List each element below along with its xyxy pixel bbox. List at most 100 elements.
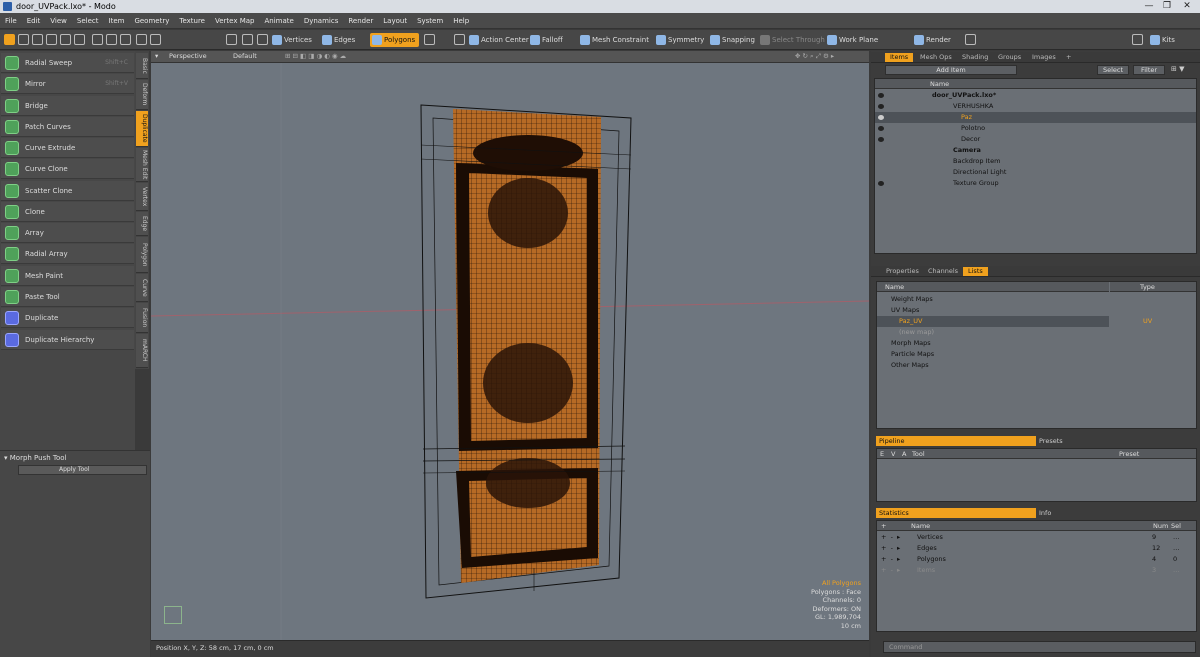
list-item[interactable]: Texture Group: [875, 178, 1196, 189]
eye-icon[interactable]: [878, 93, 884, 98]
eye-icon[interactable]: [878, 126, 884, 131]
work-plane-button[interactable]: Work Plane: [825, 33, 882, 47]
tab-duplicate[interactable]: Duplicate: [136, 111, 148, 147]
tool-curve-extrude[interactable]: Curve Extrude: [1, 138, 134, 158]
menu-geometry[interactable]: Geometry: [129, 17, 174, 25]
tab-polygon[interactable]: Polygon: [136, 237, 148, 273]
tab-items[interactable]: Items: [885, 53, 914, 62]
tab-mesh-ops[interactable]: Mesh Ops: [915, 53, 957, 62]
close-button[interactable]: ✕: [1180, 1, 1194, 12]
filter-icon[interactable]: ⊞ ▼: [1171, 65, 1195, 75]
menu-dynamics[interactable]: Dynamics: [299, 17, 344, 25]
tool-curve-clone[interactable]: Curve Clone: [1, 159, 134, 179]
menu-animate[interactable]: Animate: [259, 17, 298, 25]
scale-icon[interactable]: [32, 34, 43, 45]
list-item[interactable]: Directional Light: [875, 167, 1196, 178]
tool-paste-tool[interactable]: Paste Tool: [1, 287, 134, 307]
list-item[interactable]: door_UVPack.lxo*: [875, 90, 1196, 101]
tab-images[interactable]: Images: [1027, 53, 1061, 62]
materials-mode-icon[interactable]: [242, 34, 253, 45]
menu-select[interactable]: Select: [72, 17, 104, 25]
symmetry-button[interactable]: Symmetry: [654, 33, 708, 47]
tab-properties[interactable]: Properties: [881, 267, 924, 276]
render-window-icon[interactable]: [965, 34, 976, 45]
tab-lists[interactable]: Lists: [963, 267, 988, 276]
list-item[interactable]: UV Maps: [877, 305, 1196, 316]
tool-clone[interactable]: Clone: [1, 202, 134, 222]
layout-icon[interactable]: [150, 34, 161, 45]
mesh-constraint-button[interactable]: Mesh Constraint: [578, 33, 653, 47]
minimize-button[interactable]: —: [1142, 1, 1156, 12]
menu-edit[interactable]: Edit: [22, 17, 46, 25]
add-tab-icon[interactable]: +: [1061, 53, 1076, 62]
tab-shading[interactable]: Shading: [957, 53, 993, 62]
eye-icon[interactable]: [878, 181, 884, 186]
maximize-button[interactable]: ❐: [1160, 1, 1174, 12]
viewport-menu-icon[interactable]: ▾: [155, 52, 158, 60]
table-row[interactable]: + - ▸ Items 3…: [877, 565, 1196, 576]
tab-curve[interactable]: Curve: [136, 274, 148, 302]
menu-texture[interactable]: Texture: [174, 17, 210, 25]
element-move-icon[interactable]: [60, 34, 71, 45]
falloff-button[interactable]: Falloff: [528, 33, 567, 47]
menu-layout[interactable]: Layout: [378, 17, 412, 25]
reset-icon[interactable]: [454, 34, 465, 45]
list-item[interactable]: Camera: [875, 145, 1196, 156]
select-type-icon[interactable]: [424, 34, 435, 45]
lasso-icon[interactable]: [74, 34, 85, 45]
tool-radial-array[interactable]: Radial Array: [1, 244, 134, 264]
door-mesh-view[interactable]: [151, 63, 869, 640]
list-item[interactable]: Backdrop Item: [875, 156, 1196, 167]
tab-presets[interactable]: Presets: [1039, 437, 1063, 445]
items-mode-icon[interactable]: [226, 34, 237, 45]
menu-file[interactable]: File: [0, 17, 22, 25]
tool-bridge[interactable]: Bridge: [1, 96, 134, 116]
action-center-button[interactable]: Action Center: [467, 33, 533, 47]
kits-button[interactable]: Kits: [1148, 33, 1179, 47]
menu-view[interactable]: View: [45, 17, 72, 25]
filter-button[interactable]: Filter: [1133, 65, 1165, 75]
list-item[interactable]: Paz_UV: [877, 316, 1109, 327]
list-item[interactable]: Other Maps: [877, 360, 1196, 371]
select-button[interactable]: Select: [1097, 65, 1129, 75]
pivot-icon[interactable]: [106, 34, 117, 45]
list-item[interactable]: Paz: [875, 112, 1196, 123]
command-input[interactable]: Command: [883, 641, 1196, 653]
tab-mesh-edit[interactable]: Mesh Edit: [136, 148, 148, 182]
tab-edge[interactable]: Edge: [136, 212, 148, 236]
snapping-button[interactable]: Snapping: [708, 33, 759, 47]
select-mode-icon[interactable]: [4, 34, 15, 45]
eye-icon[interactable]: [878, 137, 884, 142]
tool-mirror[interactable]: Mirror Shift+V: [1, 74, 134, 94]
tab-info[interactable]: Info: [1039, 509, 1051, 517]
viewport-navigation-icons[interactable]: ✥ ↻ ⌕ ⤢ ⚙ ▸: [795, 52, 834, 61]
grid-snap-icon[interactable]: [120, 34, 131, 45]
render-button[interactable]: Render: [912, 33, 955, 47]
vertices-button[interactable]: Vertices: [270, 33, 316, 47]
paint-icon[interactable]: [92, 34, 103, 45]
eye-icon[interactable]: [878, 104, 884, 109]
list-item[interactable]: Decor: [875, 134, 1196, 145]
list-item[interactable]: Particle Maps: [877, 349, 1196, 360]
list-item[interactable]: Polotno: [875, 123, 1196, 134]
apply-tool-button[interactable]: Apply Tool: [18, 465, 147, 475]
tool-mesh-paint[interactable]: Mesh Paint: [1, 266, 134, 286]
search-icon[interactable]: [1132, 34, 1143, 45]
tab-fusion[interactable]: Fusion: [136, 303, 148, 333]
tab-groups[interactable]: Groups: [993, 53, 1026, 62]
tool-patch-curves[interactable]: Patch Curves: [1, 117, 134, 137]
tool-array[interactable]: Array: [1, 223, 134, 243]
tool-duplicate-hierarchy[interactable]: Duplicate Hierarchy: [1, 330, 134, 350]
list-item[interactable]: Weight Maps: [877, 294, 1196, 305]
edges-button[interactable]: Edges: [320, 33, 359, 47]
list-item[interactable]: Morph Maps: [877, 338, 1196, 349]
table-row[interactable]: + - ▸ Vertices 9…: [877, 532, 1196, 543]
tab-pipeline[interactable]: Pipeline: [876, 436, 1036, 446]
list-item[interactable]: (new map): [877, 327, 1196, 338]
tab-deform[interactable]: Deform: [136, 80, 148, 110]
tool-radial-sweep[interactable]: Radial Sweep Shift+C: [1, 53, 134, 73]
workspace-icon[interactable]: [136, 34, 147, 45]
3d-viewport[interactable]: ▾ Perspective Default ⊞ ⊟ ◧ ◨ ◑ ◐ ◉ ☁ ✥ …: [151, 51, 869, 640]
transform-icon[interactable]: [18, 34, 29, 45]
morph-push-tool-header[interactable]: ▾ Morph Push Tool: [4, 454, 148, 463]
